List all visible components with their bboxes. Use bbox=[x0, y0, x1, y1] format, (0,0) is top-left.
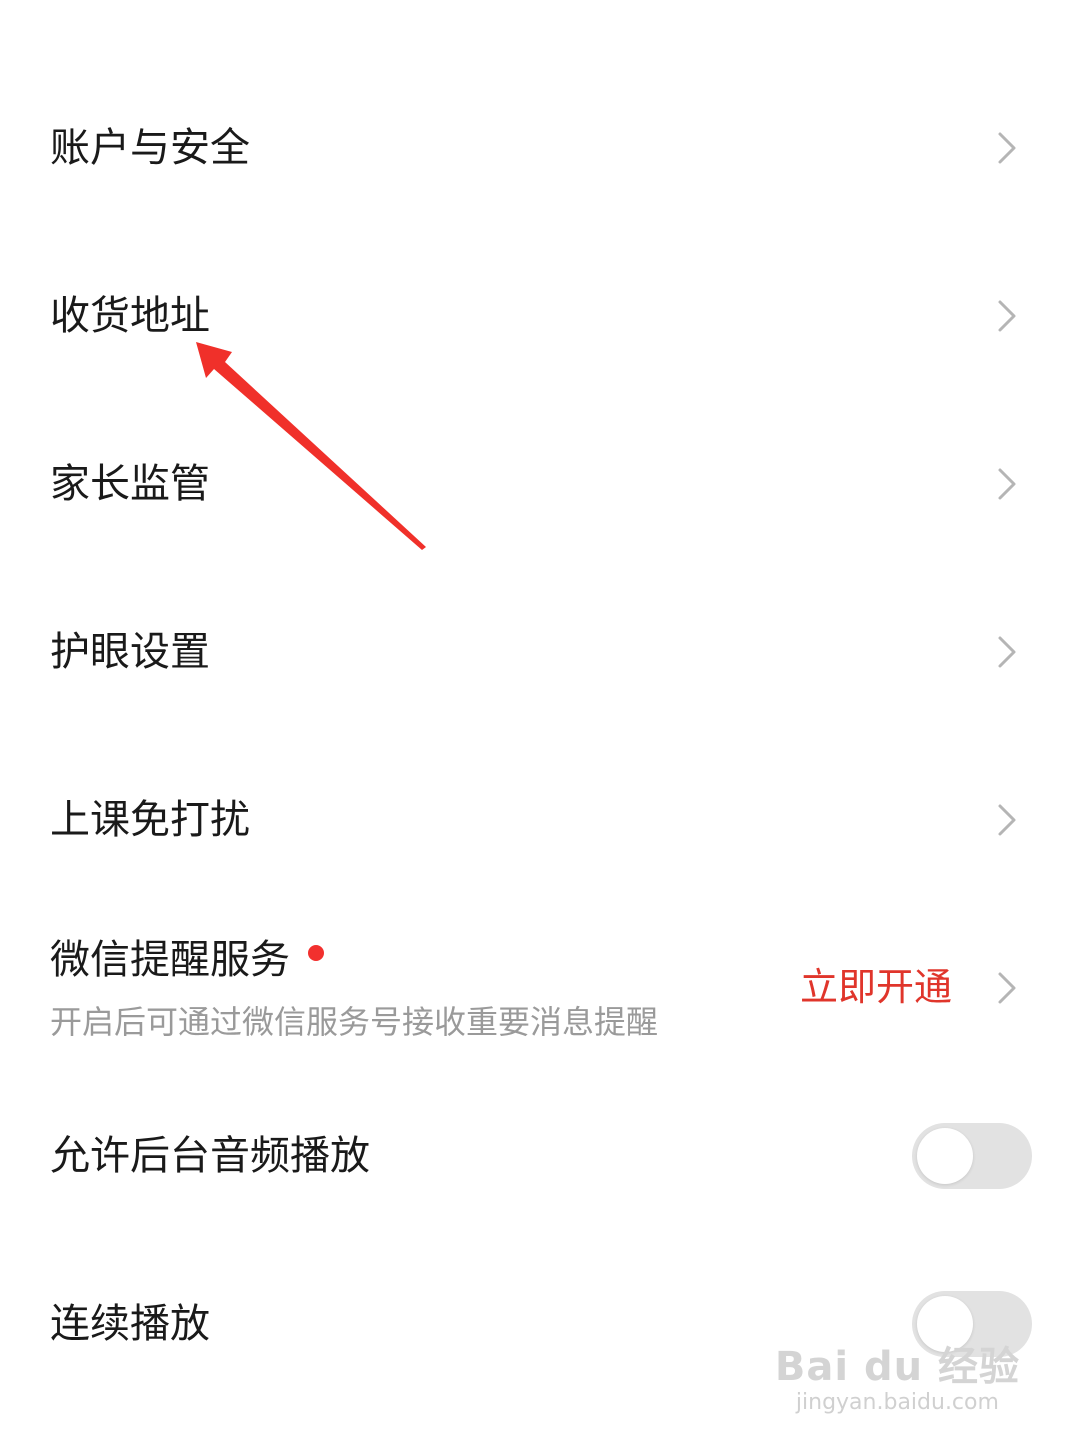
activate-now-button[interactable]: 立即开通 bbox=[800, 964, 952, 1010]
settings-row-class-dnd[interactable]: 上课免打扰 bbox=[0, 772, 1080, 868]
settings-row-label: 上课免打扰 bbox=[50, 797, 250, 843]
chevron-right-icon bbox=[996, 296, 1018, 336]
toggle-knob bbox=[917, 1128, 973, 1184]
settings-row-label: 账户与安全 bbox=[50, 125, 250, 171]
chevron-right-icon bbox=[996, 128, 1018, 168]
settings-row-label: 收货地址 bbox=[50, 293, 210, 339]
settings-row-eye-care[interactable]: 护眼设置 bbox=[0, 604, 1080, 700]
background-audio-toggle[interactable] bbox=[912, 1123, 1032, 1189]
settings-row-label: 微信提醒服务 bbox=[50, 936, 324, 984]
annotation-arrow-icon bbox=[196, 342, 426, 550]
watermark-url: jingyan.baidu.com bbox=[795, 1390, 999, 1415]
settings-row-shipping-address[interactable]: 收货地址 bbox=[0, 268, 1080, 364]
baidu-jingyan-watermark: Bai du 经验 jingyan.baidu.com bbox=[775, 1344, 1020, 1416]
settings-row-parental-control[interactable]: 家长监管 bbox=[0, 436, 1080, 532]
settings-row-label: 家长监管 bbox=[50, 461, 210, 507]
chevron-right-icon bbox=[996, 464, 1018, 504]
settings-row-wechat-reminder[interactable]: 微信提醒服务 开启后可通过微信服务号接收重要消息提醒 立即开通 bbox=[0, 920, 1080, 1060]
settings-row-label: 连续播放 bbox=[50, 1301, 210, 1347]
wechat-reminder-description: 开启后可通过微信服务号接收重要消息提醒 bbox=[50, 1003, 659, 1041]
chevron-right-icon bbox=[996, 800, 1018, 840]
settings-row-label: 允许后台音频播放 bbox=[50, 1133, 370, 1179]
red-dot-badge bbox=[308, 945, 324, 961]
wechat-reminder-label: 微信提醒服务 bbox=[50, 937, 290, 983]
chevron-right-icon bbox=[996, 968, 1018, 1008]
watermark-logo: Bai du 经验 bbox=[774, 1344, 1020, 1390]
chevron-right-icon bbox=[996, 632, 1018, 672]
settings-row-account-security[interactable]: 账户与安全 bbox=[0, 100, 1080, 196]
settings-row-label: 护眼设置 bbox=[50, 629, 210, 675]
settings-row-background-audio: 允许后台音频播放 bbox=[0, 1108, 1080, 1204]
